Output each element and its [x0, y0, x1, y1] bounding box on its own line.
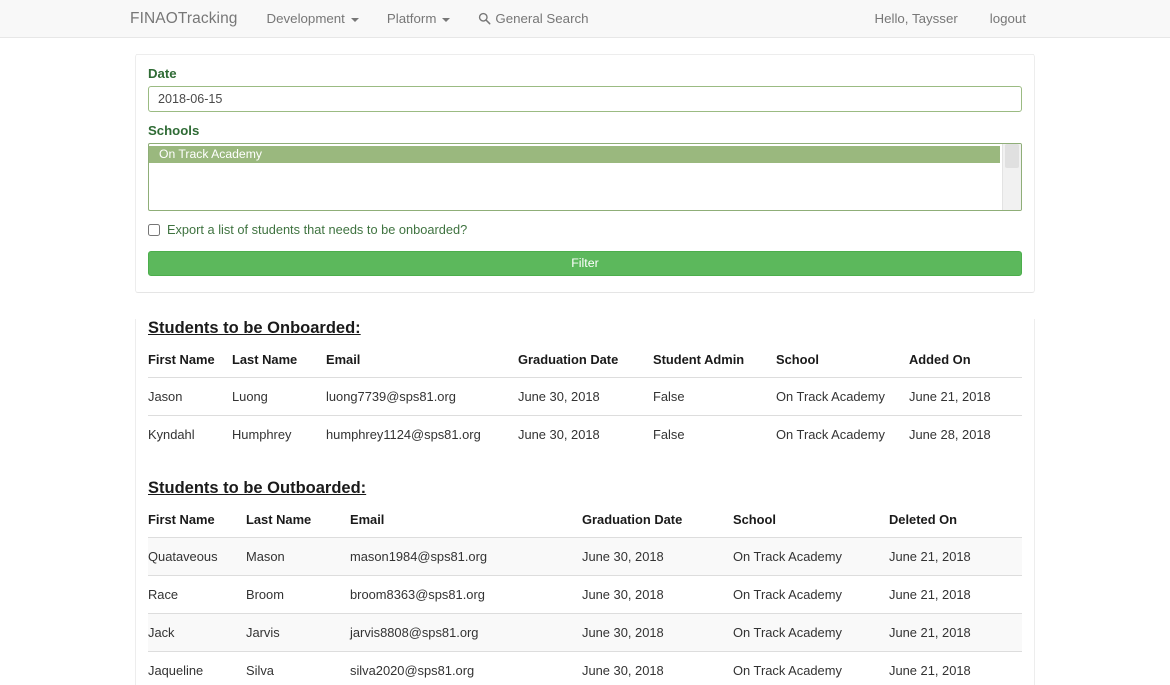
nav-item-development[interactable]: Development [253, 11, 373, 26]
cell-email: jarvis8808@sps81.org [350, 613, 582, 652]
table-row: Quataveous Mason mason1984@sps81.org Jun… [148, 537, 1022, 576]
outboard-heading: Students to be Outboarded: [148, 479, 367, 497]
filter-button[interactable]: Filter [148, 251, 1022, 276]
column-header-school: School [776, 352, 819, 367]
outboard-table-head: First Name Last Name Email Graduation Da… [148, 512, 1022, 538]
results-section: Students to be Onboarded: First Name Las… [135, 319, 1035, 685]
navbar-left-group: FINAOTracking Development Platform Gener… [130, 10, 603, 28]
cell-first-name: Jack [148, 613, 246, 652]
column-header-added-on: Added On [909, 352, 971, 367]
cell-first-name: Kyndahl [148, 415, 232, 453]
top-navbar: FINAOTracking Development Platform Gener… [0, 0, 1170, 38]
cell-deleted-on: June 21, 2018 [889, 651, 1022, 685]
outboard-table-body: Quataveous Mason mason1984@sps81.org Jun… [148, 537, 1022, 685]
cell-last-name: Jarvis [246, 613, 350, 652]
cell-graduation-date: June 30, 2018 [582, 651, 733, 685]
date-label: Date [148, 66, 177, 81]
user-greeting: Hello, Taysser [874, 11, 958, 26]
filter-panel: Date Schools On Track Academy Export a l… [135, 54, 1035, 293]
export-checkbox[interactable] [148, 223, 160, 236]
outboard-header-row: First Name Last Name Email Graduation Da… [148, 512, 1022, 538]
cell-student-admin: False [653, 415, 776, 453]
nav-item-platform-label: Platform [386, 11, 437, 26]
column-header-last-name: Last Name [232, 352, 298, 367]
schools-scrollbar-thumb[interactable] [1005, 144, 1019, 168]
column-header-student-admin: Student Admin [653, 352, 745, 367]
export-checkbox-label[interactable]: Export a list of students that needs to … [167, 222, 467, 237]
cell-school: On Track Academy [776, 377, 909, 416]
nav-item-platform[interactable]: Platform [373, 11, 465, 26]
cell-email: humphrey1124@sps81.org [326, 415, 518, 453]
brand-logo[interactable]: FINAOTracking [130, 10, 253, 28]
search-icon [478, 12, 491, 25]
cell-added-on: June 28, 2018 [909, 415, 1022, 453]
cell-deleted-on: June 21, 2018 [889, 613, 1022, 652]
cell-graduation-date: June 30, 2018 [582, 575, 733, 614]
cell-last-name: Broom [246, 575, 350, 614]
onboard-table-body: Jason Luong luong7739@sps81.org June 30,… [148, 377, 1022, 453]
chevron-down-icon [350, 17, 359, 22]
cell-school: On Track Academy [733, 651, 889, 685]
schools-multiselect[interactable]: On Track Academy [148, 143, 1022, 211]
onboard-table: First Name Last Name Email Graduation Da… [148, 352, 1022, 453]
nav-item-development-label: Development [266, 11, 345, 26]
cell-school: On Track Academy [776, 415, 909, 453]
cell-last-name: Mason [246, 537, 350, 576]
table-row: Jaqueline Silva silva2020@sps81.org June… [148, 651, 1022, 685]
cell-added-on: June 21, 2018 [909, 377, 1022, 416]
export-checkbox-row: Export a list of students that needs to … [148, 222, 1022, 237]
cell-school: On Track Academy [733, 575, 889, 614]
logout-link[interactable]: logout [974, 11, 1042, 26]
cell-email: luong7739@sps81.org [326, 377, 518, 416]
cell-last-name: Humphrey [232, 415, 326, 453]
schools-option-selected[interactable]: On Track Academy [149, 146, 1000, 163]
cell-first-name: Race [148, 575, 246, 614]
cell-deleted-on: June 21, 2018 [889, 537, 1022, 576]
column-header-last-name: Last Name [246, 512, 312, 527]
cell-email: silva2020@sps81.org [350, 651, 582, 685]
table-row: Kyndahl Humphrey humphrey1124@sps81.org … [148, 415, 1022, 453]
nav-item-general-search[interactable]: General Search [464, 11, 602, 26]
column-header-school: School [733, 512, 776, 527]
cell-graduation-date: June 30, 2018 [582, 537, 733, 576]
cell-first-name: Jason [148, 377, 232, 416]
schools-scrollbar[interactable] [1002, 144, 1021, 210]
cell-student-admin: False [653, 377, 776, 416]
schools-label: Schools [148, 123, 200, 138]
navbar-right-group: Hello, Taysser logout [859, 11, 1043, 26]
cell-graduation-date: June 30, 2018 [518, 377, 653, 416]
cell-deleted-on: June 21, 2018 [889, 575, 1022, 614]
cell-graduation-date: June 30, 2018 [518, 415, 653, 453]
table-row: Race Broom broom8363@sps81.org June 30, … [148, 575, 1022, 614]
column-header-email: Email [326, 352, 361, 367]
cell-last-name: Silva [246, 651, 350, 685]
chevron-down-icon [442, 17, 451, 22]
onboard-table-head: First Name Last Name Email Graduation Da… [148, 352, 1022, 378]
table-row: Jack Jarvis jarvis8808@sps81.org June 30… [148, 613, 1022, 652]
cell-first-name: Quataveous [148, 537, 246, 576]
page-container: Date Schools On Track Academy Export a l… [135, 38, 1035, 685]
date-input[interactable] [148, 86, 1022, 112]
cell-email: mason1984@sps81.org [350, 537, 582, 576]
column-header-deleted-on: Deleted On [889, 512, 958, 527]
cell-school: On Track Academy [733, 613, 889, 652]
column-header-email: Email [350, 512, 385, 527]
cell-graduation-date: June 30, 2018 [582, 613, 733, 652]
onboard-heading: Students to be Onboarded: [148, 319, 361, 337]
column-header-graduation-date: Graduation Date [518, 352, 619, 367]
onboard-header-row: First Name Last Name Email Graduation Da… [148, 352, 1022, 378]
cell-first-name: Jaqueline [148, 651, 246, 685]
cell-last-name: Luong [232, 377, 326, 416]
table-row: Jason Luong luong7739@sps81.org June 30,… [148, 377, 1022, 416]
outboard-table: First Name Last Name Email Graduation Da… [148, 512, 1022, 685]
nav-item-general-search-label: General Search [495, 11, 589, 26]
cell-email: broom8363@sps81.org [350, 575, 582, 614]
column-header-graduation-date: Graduation Date [582, 512, 683, 527]
cell-school: On Track Academy [733, 537, 889, 576]
column-header-first-name: First Name [148, 352, 215, 367]
column-header-first-name: First Name [148, 512, 215, 527]
